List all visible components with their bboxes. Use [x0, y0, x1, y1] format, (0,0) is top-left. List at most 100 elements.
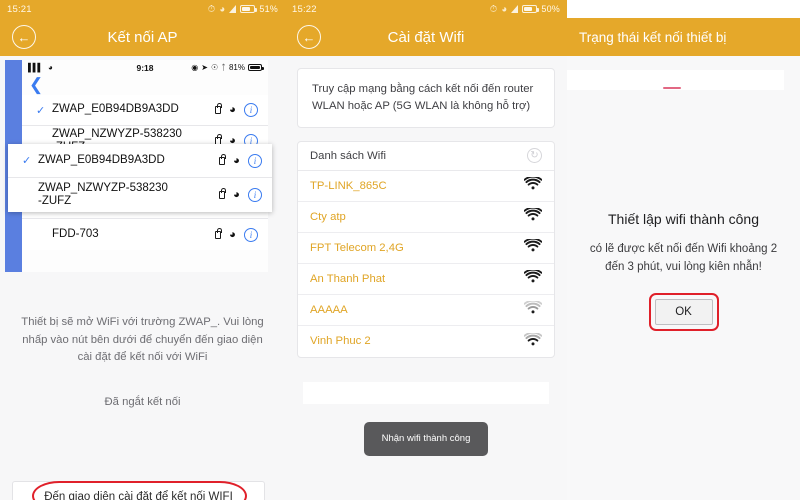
- screenshot-root: 15:21 ⏱ ◕ 51% ← Kết nối AP ▌▌▌ ◕ 9:18 ◉ …: [0, 0, 800, 500]
- info-card: Truy cập mạng bằng cách kết nối đến rout…: [297, 68, 555, 128]
- row-icons: ◕ i: [219, 153, 262, 168]
- success-dialog: Thiết lập wifi thành công có lẽ được kết…: [567, 211, 800, 331]
- lock-icon: [215, 103, 222, 114]
- back-button[interactable]: ←: [12, 25, 36, 49]
- lock-icon: [219, 153, 226, 165]
- info-icon[interactable]: i: [244, 103, 258, 117]
- network-name: TP-LINK_865C: [310, 179, 387, 192]
- go-to-wifi-settings-button[interactable]: Đến giao diện cài đặt để kết nối WIFI: [12, 481, 265, 500]
- status-time: 15:21: [7, 3, 32, 15]
- bluetooth-icon: ᛏ: [221, 63, 226, 72]
- wifi-icon: ◕: [229, 104, 236, 116]
- wifi-list-header: Danh sách Wifi ↻: [298, 142, 554, 171]
- ios-wifi-icon: ◕: [48, 63, 53, 72]
- network-name: FDD-703: [52, 227, 99, 240]
- signal-icon: [229, 5, 237, 13]
- table-row[interactable]: Vinh Phuc 2: [298, 326, 554, 357]
- table-row[interactable]: TP-LINK_865C: [298, 171, 554, 202]
- ios-status-right: ◉ ➤ ☉ ᛏ 81%: [185, 63, 264, 72]
- network-name: ZWAP_E0B94DB9A3DD: [38, 153, 165, 166]
- status-time: 15:22: [292, 3, 317, 15]
- go-to-wifi-settings-label: Đến giao diện cài đặt để kết nối WIFI: [44, 491, 233, 500]
- wifi-icon: ◕: [233, 189, 240, 201]
- panel-device-connection-status: Trạng thái kết nối thiết bị Thiết lập wi…: [567, 0, 800, 500]
- list-item[interactable]: ✓ ZWAP_E0B94DB9A3DD ◕ i: [22, 95, 268, 126]
- check-icon: ✓: [36, 104, 46, 117]
- lock-icon: [219, 188, 226, 199]
- cellular-bars-icon: ▌▌▌: [28, 63, 43, 72]
- dialog-message: có lẽ được kết nối đến Wifi khoảng 2 đến…: [589, 243, 778, 273]
- battery-percent: 51%: [259, 4, 278, 14]
- ios-back-chevron-icon[interactable]: ❮: [22, 75, 268, 95]
- android-status-bar-2: 15:22 ⏱ ◕ 50%: [285, 0, 567, 18]
- wifi-signal-icon: [523, 331, 543, 350]
- app-bar-3: Trạng thái kết nối thiết bị: [567, 18, 800, 56]
- row-icons: ◕ i: [219, 188, 262, 202]
- app-bar-1: ← Kết nối AP: [0, 18, 285, 56]
- table-row[interactable]: AAAAA: [298, 295, 554, 326]
- info-icon[interactable]: i: [248, 153, 262, 168]
- wifi-icon: ◕: [219, 3, 226, 15]
- signal-icon: [511, 5, 519, 13]
- app-bar-2: ← Cài đặt Wifi: [285, 18, 567, 56]
- page-title: Trạng thái kết nối thiết bị: [579, 29, 727, 45]
- page-title: Kết nối AP: [107, 28, 178, 46]
- network-name: ZWAP_E0B94DB9A3DD: [52, 103, 179, 116]
- alarm-icon: ⏱: [489, 3, 498, 15]
- ok-button-label: OK: [675, 305, 692, 318]
- table-row[interactable]: An Thanh Phat: [298, 264, 554, 295]
- location-icon: ➤: [201, 63, 208, 72]
- network-name: ZWAP_NZWYZP-538230 -ZUFZ: [38, 181, 168, 207]
- list-item[interactable]: ZWAP_NZWYZP-538230 -ZUFZ ◕ i: [8, 178, 272, 212]
- table-row[interactable]: FPT Telecom 2,4G: [298, 233, 554, 264]
- check-icon: ✓: [22, 155, 32, 167]
- battery-icon: [240, 5, 258, 13]
- refresh-icon[interactable]: ↻: [527, 148, 542, 164]
- panel-1-body: ▌▌▌ ◕ 9:18 ◉ ➤ ☉ ᛏ 81% ❮ ✓ ZWAP_E0B94DB9…: [0, 56, 285, 500]
- status-indicators: ⏱ ◕ 51%: [208, 4, 278, 15]
- android-status-bar-1: 15:21 ⏱ ◕ 51%: [0, 0, 285, 18]
- info-icon[interactable]: i: [244, 227, 258, 242]
- network-name: Cty atp: [310, 210, 346, 223]
- battery-percent: 50%: [541, 4, 560, 14]
- ios-status-left: ▌▌▌ ◕: [28, 63, 105, 72]
- wifi-icon: ◕: [233, 154, 240, 167]
- list-item[interactable]: FDD-703 ◕ i: [22, 219, 268, 250]
- highlight-fragment: [663, 87, 681, 89]
- list-item[interactable]: ✓ ZWAP_E0B94DB9A3DD ◕ i: [8, 144, 272, 178]
- network-name: Vinh Phuc 2: [310, 335, 371, 348]
- network-name: An Thanh Phat: [310, 272, 386, 285]
- toast-message: Nhận wifi thành công: [364, 421, 488, 456]
- row-icons: ◕ i: [215, 103, 258, 117]
- alarm-icon: ⏱: [207, 3, 216, 15]
- wifi-signal-icon: [523, 176, 543, 194]
- page-title: Cài đặt Wifi: [387, 28, 465, 46]
- info-icon[interactable]: i: [248, 188, 262, 202]
- wifi-signal-icon: [523, 300, 543, 318]
- password-input-field[interactable]: [303, 381, 549, 404]
- wifi-icon: ◕: [501, 3, 508, 15]
- wifi-signal-icon: [523, 207, 543, 225]
- panel-connect-ap: 15:21 ⏱ ◕ 51% ← Kết nối AP ▌▌▌ ◕ 9:18 ◉ …: [0, 0, 285, 500]
- dialog-actions: OK: [567, 292, 800, 331]
- network-name: AAAAA: [310, 303, 348, 316]
- wifi-icon: ◕: [229, 228, 236, 241]
- connection-status-text: Đã ngắt kết nối: [104, 396, 181, 408]
- lock-icon: [215, 227, 222, 239]
- panel-wifi-settings: 15:22 ⏱ ◕ 50% ← Cài đặt Wifi Truy cập mạ…: [285, 0, 567, 500]
- wifi-list-card: Danh sách Wifi ↻ TP-LINK_865C Cty atp FP…: [297, 140, 555, 358]
- ios-battery-icon: [247, 64, 264, 71]
- ok-button[interactable]: OK: [654, 298, 713, 325]
- row-icons: ◕ i: [215, 227, 258, 242]
- back-button[interactable]: ←: [297, 25, 321, 49]
- panel-3-top-spacer: [567, 0, 800, 18]
- battery-icon: [522, 5, 540, 13]
- status-indicators: ⏱ ◕ 50%: [490, 4, 560, 15]
- panel-3-body: Thiết lập wifi thành công có lẽ được kết…: [567, 56, 800, 500]
- panel-2-body: Truy cập mạng bằng cách kết nối đến rout…: [285, 68, 567, 500]
- table-row[interactable]: Cty atp: [298, 202, 554, 233]
- wifi-list-title: Danh sách Wifi: [310, 149, 386, 162]
- dialog-title: Thiết lập wifi thành công: [608, 211, 759, 227]
- wifi-signal-icon: [523, 269, 543, 287]
- instruction-text: Thiết bị sẽ mở WiFi với trường ZWAP_. Vu…: [21, 316, 264, 363]
